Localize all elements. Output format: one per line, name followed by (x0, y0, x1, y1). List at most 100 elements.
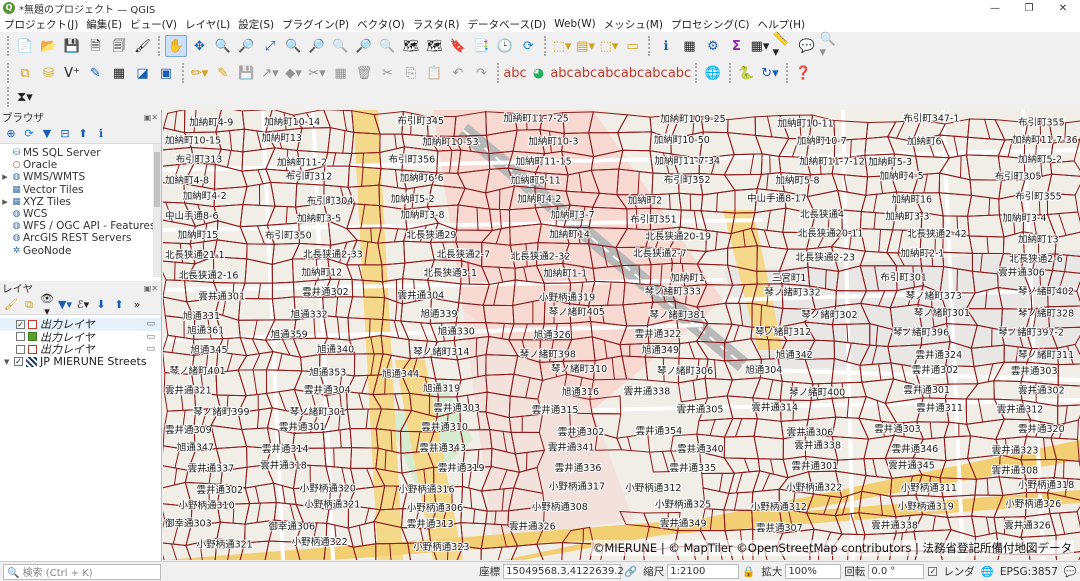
modify-attributes-icon[interactable]: ▦ (330, 62, 352, 84)
new-mesh-layer-icon[interactable]: ◪ (132, 62, 154, 84)
refresh-icon[interactable]: ⟳ (518, 35, 540, 57)
menu-mesh[interactable]: メッシュ(M) (600, 17, 667, 32)
layout-manager-icon[interactable]: 🗐 (108, 35, 130, 57)
new-spatialite-layer-icon[interactable]: ✎ (85, 62, 107, 84)
layer-item[interactable]: 出力レイヤ ▭ (0, 343, 161, 356)
new-print-layout-icon[interactable]: 🗎 (85, 35, 107, 57)
indicator-icon[interactable]: ▭ (146, 319, 155, 329)
filter-expression-icon[interactable]: ℰ▾ (74, 298, 92, 311)
open-attribute-table-icon[interactable]: ▦ (679, 35, 701, 57)
menu-view[interactable]: ビュー(V) (126, 17, 181, 32)
crs-label[interactable]: EPSG:3857 (1000, 566, 1058, 578)
locator-search-input[interactable]: 🔍 検索 (Ctrl + K) (3, 563, 161, 580)
expand-all-icon[interactable]: ⬇ (92, 298, 110, 311)
toolbar-handle[interactable] (544, 36, 548, 56)
menu-raster[interactable]: ラスタ(R) (409, 17, 464, 32)
layer-diagram-icon[interactable]: ◕ (528, 62, 550, 84)
layer-checkbox[interactable] (16, 332, 25, 342)
expand-arrow-icon[interactable]: ▼ (4, 358, 14, 366)
menu-settings[interactable]: 設定(S) (234, 17, 278, 32)
info-icon[interactable]: ℹ (92, 127, 110, 140)
measure-line-icon[interactable]: 📏▾ (773, 33, 795, 59)
menu-vector[interactable]: ベクタ(O) (353, 17, 409, 32)
scrollbar-thumb[interactable] (154, 152, 160, 207)
redo-icon[interactable]: ↷ (471, 62, 493, 84)
add-selected-layers-icon[interactable]: ⊕ (2, 127, 20, 140)
panel-close-icon[interactable]: ▣✕ (144, 113, 161, 122)
zoom-to-selection-icon[interactable]: 🔍 (283, 35, 305, 57)
browser-item[interactable]: ✲ GeoNode (0, 245, 161, 257)
new-3d-view-icon[interactable]: 🗺 (424, 35, 446, 57)
menu-project[interactable]: プロジェクト(J) (0, 17, 82, 32)
rotation-spinbox[interactable]: 0.0 ° (868, 564, 925, 579)
new-shapefile-layer-icon[interactable]: V⁺ (61, 62, 83, 84)
indicator-icon[interactable]: ▭ (146, 332, 155, 342)
zoom-to-layer-icon[interactable]: 🔎 (306, 35, 328, 57)
browser-item[interactable]: ○ Oracle (0, 159, 161, 171)
enable-properties-icon[interactable]: ⬆ (74, 127, 92, 140)
crs-icon[interactable]: 🌐 (981, 565, 994, 578)
select-by-value-icon[interactable]: ▤▾ (575, 35, 597, 57)
delete-selected-icon[interactable]: 🗑 (353, 62, 375, 84)
zoom-full-icon[interactable]: ⤢ (259, 35, 281, 57)
toolbar-handle[interactable] (7, 63, 11, 83)
undo-icon[interactable]: ↶ (447, 62, 469, 84)
toolbar-handle[interactable] (7, 36, 11, 56)
processing-toolbox-icon[interactable]: ⚙ (702, 35, 724, 57)
close-button[interactable]: ✕ (1046, 3, 1080, 14)
style-manager-icon[interactable]: 🖌 (132, 35, 154, 57)
python-console-icon[interactable]: 🐍 (736, 62, 758, 84)
pan-to-selection-icon[interactable]: ✥ (189, 35, 211, 57)
toolbar-handle[interactable] (785, 63, 790, 83)
manage-map-themes-icon[interactable]: 👁▾ (38, 292, 56, 318)
new-bookmark-icon[interactable]: 🔖 (447, 35, 469, 57)
move-label-icon[interactable]: abc (621, 62, 644, 84)
browser-scrollbar[interactable] (153, 144, 161, 277)
layer-checkbox[interactable]: ✓ (16, 319, 25, 329)
menu-web[interactable]: Web(W) (550, 18, 599, 30)
help-icon[interactable]: ❓ (793, 62, 815, 84)
panel-close-icon[interactable]: ▣✕ (144, 284, 161, 293)
change-label-icon[interactable]: abc (668, 62, 691, 84)
toggle-editing-icon[interactable]: ✎ (212, 62, 234, 84)
cut-features-icon[interactable]: ✂ (377, 62, 399, 84)
show-bookmarks-icon[interactable]: 📑 (471, 35, 493, 57)
map-canvas[interactable]: 加納町4-9 加納町10-14 布引町345 加納町11-7-25 加納町10-9-25… (163, 110, 1080, 560)
toolbar-handle[interactable] (648, 36, 652, 56)
filter-icon[interactable]: ▼ (38, 127, 56, 140)
deselect-all-icon[interactable]: ▭ (622, 35, 644, 57)
layer-item[interactable]: ▼ ✓ JP MIERUNE Streets (0, 355, 161, 368)
vertex-tool-icon[interactable]: ✂▾ (306, 62, 328, 84)
zoom-in-icon[interactable]: 🔍 (212, 35, 234, 57)
menu-processing[interactable]: プロセシング(C) (667, 17, 754, 32)
identify-icon[interactable]: ℹ (655, 35, 677, 57)
messages-icon[interactable]: 💬 (1064, 565, 1077, 578)
paste-features-icon[interactable]: 📋 (424, 62, 446, 84)
minimize-button[interactable]: — (978, 3, 1012, 14)
menu-layer[interactable]: レイヤ(L) (181, 17, 234, 32)
select-features-icon[interactable]: ⬚▾ (551, 35, 573, 57)
refresh-icon[interactable]: ⟳ (20, 127, 38, 140)
statistical-summary-icon[interactable]: Σ (726, 35, 748, 57)
toolbar-handle[interactable] (7, 87, 11, 107)
map-tips-icon[interactable]: 💬 (796, 35, 818, 57)
layer-checkbox[interactable]: ✓ (14, 357, 23, 367)
label-toolbar-icon[interactable]: abc (503, 62, 526, 84)
browser-item[interactable]: ▶ ▦ XYZ Tiles (0, 196, 161, 208)
magnifier-spinbox[interactable]: 100% (785, 564, 842, 579)
scale-combo[interactable]: 1:2100 (667, 564, 740, 579)
browser-item[interactable]: ◍ ArcGIS REST Servers (0, 232, 161, 244)
toolbar-handle[interactable] (158, 36, 162, 56)
expand-arrow-icon[interactable]: ▶ (0, 173, 10, 181)
rotate-label-icon[interactable]: abc (644, 62, 667, 84)
zoom-out-icon[interactable]: 🔎 (236, 35, 258, 57)
toolbar-handle[interactable] (728, 63, 733, 83)
zoom-last-icon[interactable]: 🔎 (353, 35, 375, 57)
browser-item[interactable]: ◍ WFS / OGC API - Features (0, 220, 161, 232)
browser-item[interactable]: ▦ Vector Tiles (0, 184, 161, 196)
lock-scale-icon[interactable]: 🔒 (742, 565, 755, 578)
maximize-button[interactable]: ❐ (1012, 3, 1046, 14)
new-project-icon[interactable]: 📄 (14, 35, 36, 57)
zoom-native-icon[interactable]: 🔍 (330, 35, 352, 57)
menu-database[interactable]: データベース(D) (463, 17, 550, 32)
